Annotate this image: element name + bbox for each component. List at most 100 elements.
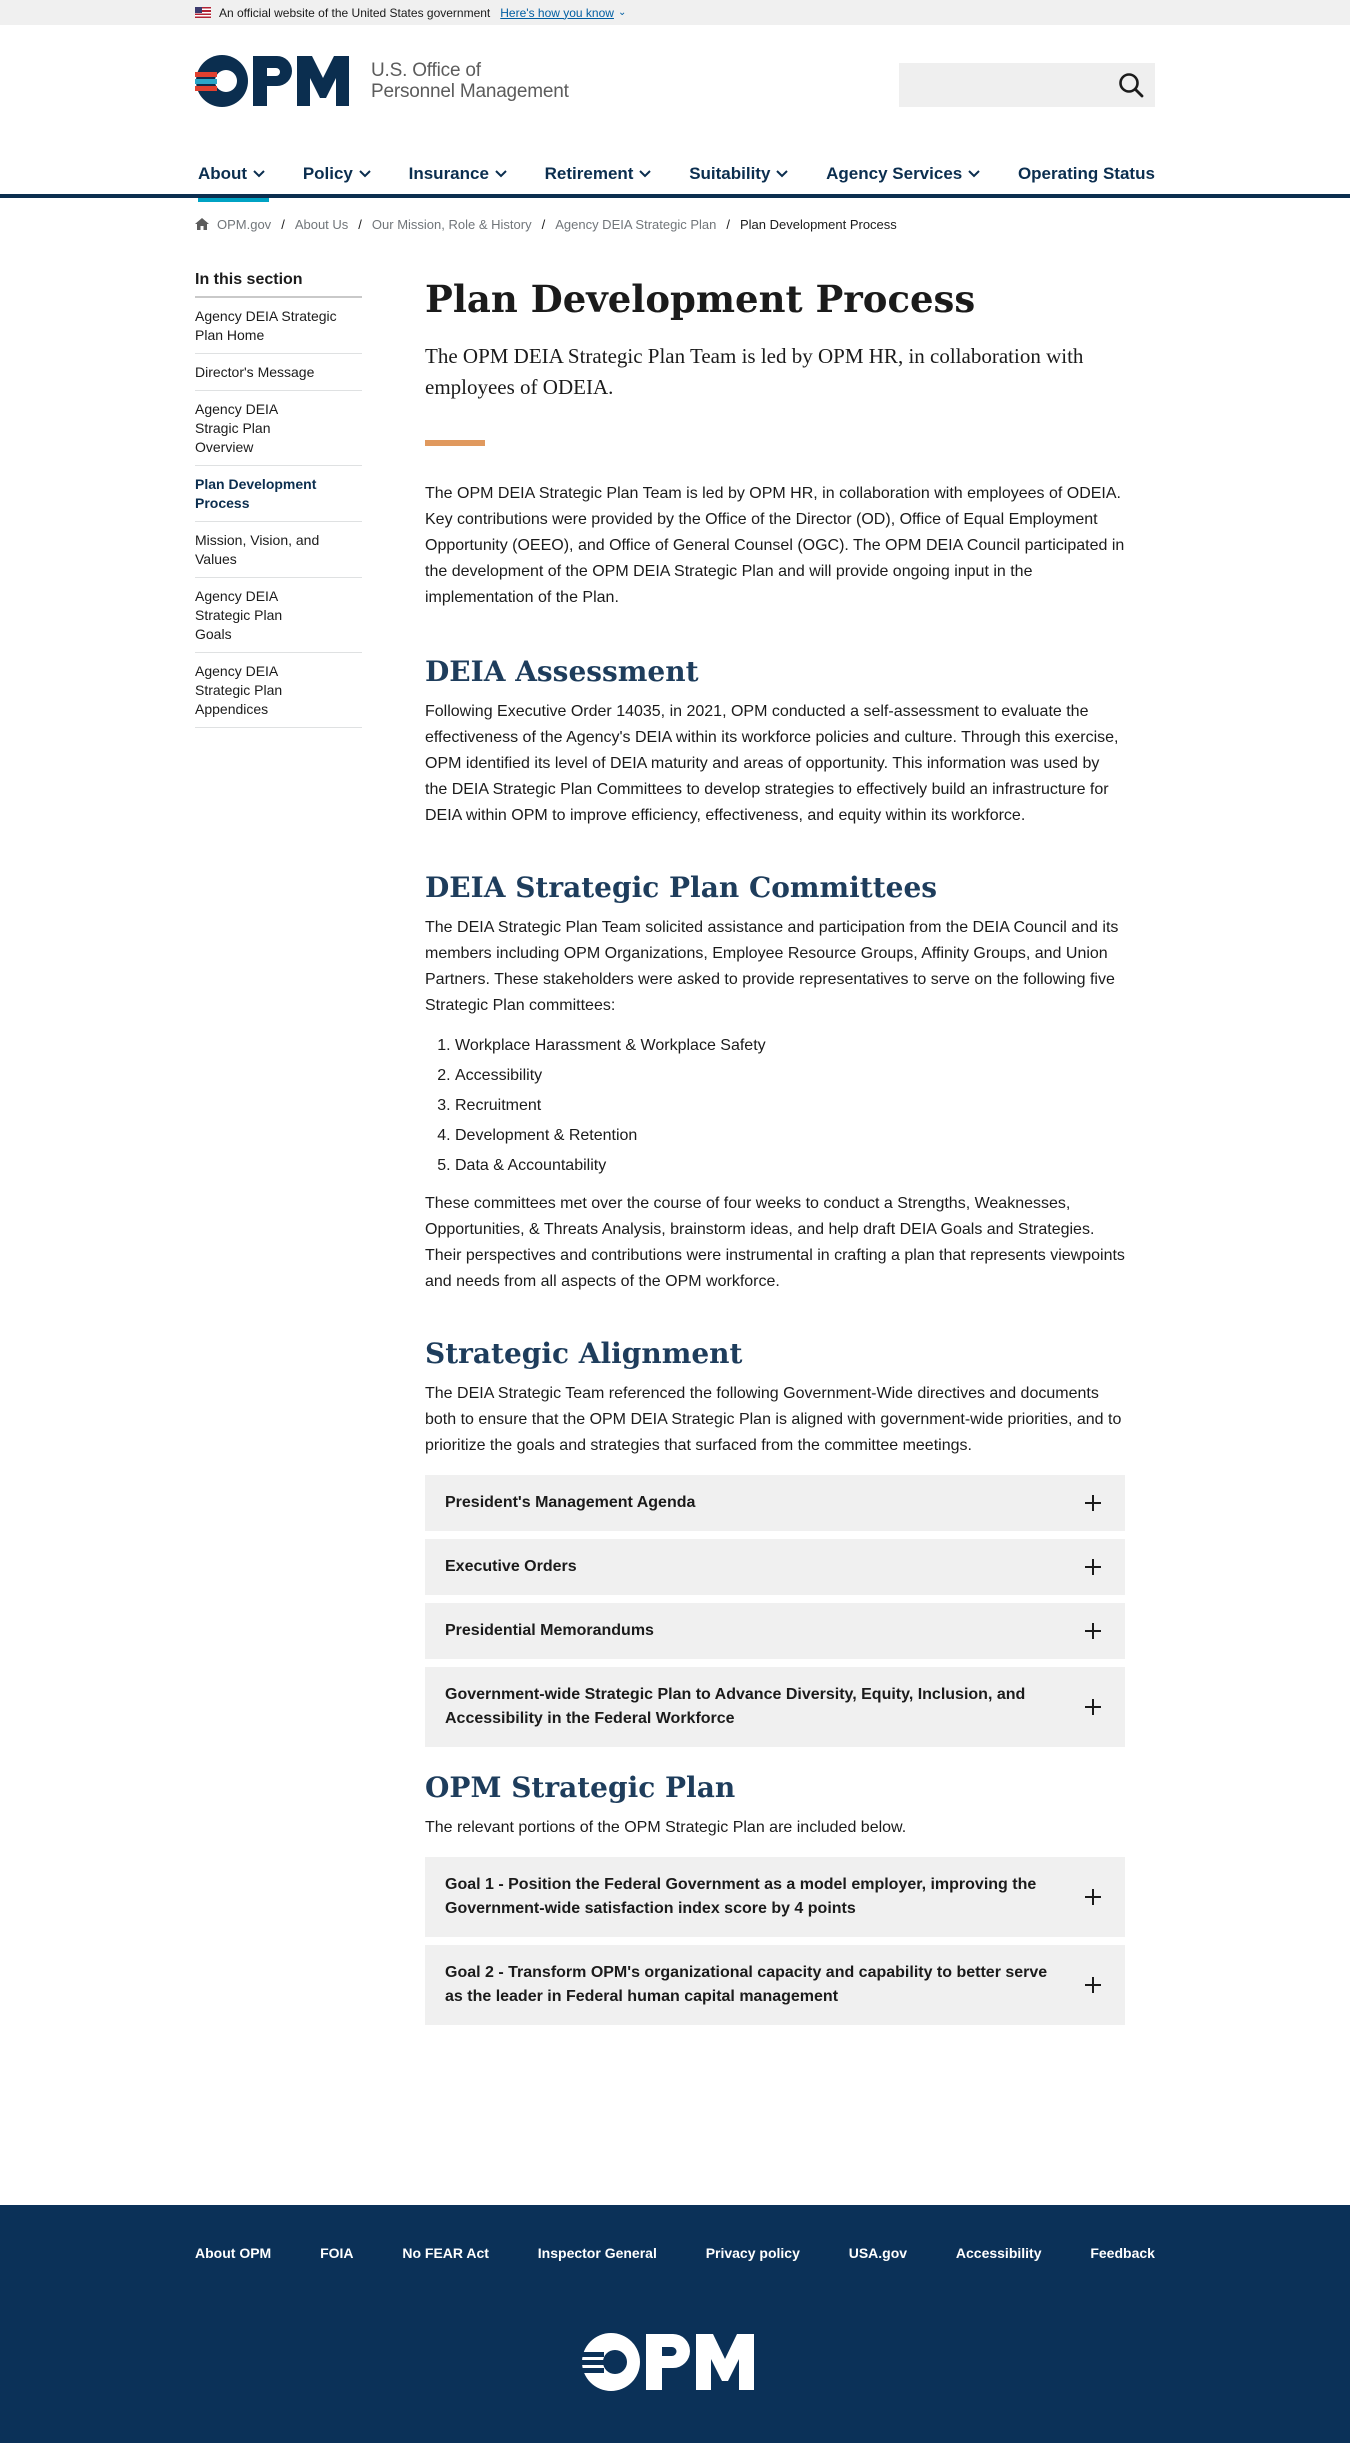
sidebar-item-plan-home[interactable]: Agency DEIA Strategic Plan Home — [195, 298, 362, 354]
logo-text-line1: U.S. Office of — [371, 60, 481, 81]
accordion-presidential-memorandums[interactable]: Presidential Memorandums — [425, 1603, 1125, 1659]
list-item: Data & Accountability — [455, 1151, 1125, 1181]
breadcrumb-link[interactable]: OPM.gov — [217, 217, 271, 232]
accordion-goal-2[interactable]: Goal 2 - Transform OPM's organizational … — [425, 1945, 1125, 2025]
search-icon[interactable] — [1117, 71, 1145, 99]
nav-label: About — [198, 164, 248, 183]
strategic-alignment-heading: Strategic Alignment — [425, 1337, 743, 1370]
list-item: Accessibility — [455, 1061, 1125, 1091]
accordion-label: Government-wide Strategic Plan to Advanc… — [445, 1686, 1026, 1727]
accordion-gov-wide-strategic-plan[interactable]: Government-wide Strategic Plan to Advanc… — [425, 1667, 1125, 1747]
nav-item-insurance[interactable]: Insurance — [409, 160, 507, 188]
committees-paragraph: The DEIA Strategic Plan Team solicited a… — [425, 919, 1119, 1014]
sidebar-item-plan-development-process[interactable]: Plan Development Process — [195, 466, 362, 522]
site-header: U.S. Office of Personnel Management — [195, 25, 1155, 130]
chevron-down-icon — [253, 170, 265, 178]
footer-link-privacy-policy[interactable]: Privacy policy — [706, 2245, 800, 2261]
alignment-paragraph: The DEIA Strategic Team referenced the f… — [425, 1385, 1122, 1454]
accordion-label: President's Management Agenda — [445, 1494, 696, 1511]
breadcrumb-link[interactable]: About Us — [295, 217, 348, 232]
sidebar-item-plan-goals[interactable]: Agency DEIA Strategic Plan Goals — [195, 578, 362, 653]
assessment-paragraph: Following Executive Order 14035, in 2021… — [425, 703, 1119, 824]
nav-item-agency-services[interactable]: Agency Services — [826, 160, 980, 188]
content-layout: In this section Agency DEIA Strategic Pl… — [195, 233, 1155, 2205]
breadcrumb-link[interactable]: Agency DEIA Strategic Plan — [555, 217, 716, 232]
nav-label: Policy — [302, 164, 353, 183]
footer-link-no-fear-act[interactable]: No FEAR Act — [402, 2245, 489, 2261]
breadcrumb-current: Plan Development Process — [739, 216, 897, 232]
footer-link-foia[interactable]: FOIA — [320, 2245, 353, 2261]
list-item: Recruitment — [455, 1091, 1125, 1121]
deia-assessment-heading: DEIA Assessment — [425, 655, 699, 688]
breadcrumb-separator: / — [358, 216, 362, 232]
footer-link-accessibility[interactable]: Accessibility — [956, 2245, 1042, 2261]
footer-link-inspector-general[interactable]: Inspector General — [538, 2245, 657, 2261]
nav-label: Operating Status — [1017, 164, 1155, 183]
main-content: Plan Development Process The OPM DEIA St… — [425, 271, 1125, 2033]
nav-item-suitability[interactable]: Suitability — [689, 160, 789, 188]
chevron-down-icon — [776, 170, 789, 178]
chevron-down-icon — [359, 170, 371, 178]
gov-banner: An official website of the United States… — [0, 0, 1350, 25]
breadcrumb-link[interactable]: Our Mission, Role & History — [372, 217, 532, 232]
plus-icon — [1085, 1495, 1101, 1511]
plus-icon — [1085, 1977, 1101, 1993]
sidebar-item-mission-vision-values[interactable]: Mission, Vision, and Values — [195, 522, 362, 578]
footer-opm-logo[interactable] — [580, 2331, 764, 2393]
breadcrumb-separator: / — [281, 216, 285, 232]
nav-label: Insurance — [408, 164, 489, 183]
list-item: Development & Retention — [455, 1121, 1125, 1151]
nav-label: Agency Services — [826, 164, 963, 183]
nav-item-operating-status[interactable]: Operating Status — [1018, 160, 1155, 188]
breadcrumb: OPM.gov / About Us / Our Mission, Role &… — [195, 215, 1155, 233]
footer-links: About OPM FOIA No FEAR Act Inspector Gen… — [195, 2205, 1155, 2261]
footer-link-feedback[interactable]: Feedback — [1090, 2245, 1155, 2261]
home-icon[interactable] — [195, 218, 209, 230]
logo-text-line2: Personnel Management — [371, 81, 569, 102]
nav-label: Suitability — [689, 164, 771, 183]
nav-item-policy[interactable]: Policy — [303, 160, 371, 188]
footer-link-usa-gov[interactable]: USA.gov — [849, 2245, 907, 2261]
plus-icon — [1085, 1699, 1101, 1715]
chevron-down-icon — [968, 170, 980, 178]
accordion-label: Goal 2 - Transform OPM's organizational … — [445, 1964, 1048, 2005]
accordion-goal-1[interactable]: Goal 1 - Position the Federal Government… — [425, 1857, 1125, 1937]
committees-list: Workplace Harassment & Workplace Safety … — [455, 1031, 1125, 1181]
opm-plan-paragraph: The relevant portions of the OPM Strateg… — [425, 1819, 907, 1836]
accordion-presidents-management-agenda[interactable]: President's Management Agenda — [425, 1475, 1125, 1531]
heres-how-you-know-link[interactable]: Here's how you know — [500, 6, 614, 20]
accordion-label: Goal 1 - Position the Federal Government… — [445, 1876, 1037, 1917]
breadcrumb-separator: / — [541, 216, 546, 232]
lead-paragraph: The OPM DEIA Strategic Plan Team is led … — [425, 344, 1084, 399]
sidebar-item-plan-overview[interactable]: Agency DEIA Stragic Plan Overview — [195, 391, 362, 466]
footer-link-about-opm[interactable]: About OPM — [195, 2245, 271, 2261]
plus-icon — [1085, 1623, 1101, 1639]
plus-icon — [1085, 1889, 1101, 1905]
accent-divider — [425, 440, 485, 446]
chevron-down-icon[interactable]: ⌄ — [618, 7, 626, 18]
page-title: Plan Development Process — [425, 277, 976, 321]
opm-logo[interactable]: U.S. Office of Personnel Management — [195, 53, 569, 109]
committees-heading: DEIA Strategic Plan Committees — [425, 871, 938, 904]
committees-paragraph-2: These committees met over the course of … — [425, 1195, 1125, 1290]
accordion-label: Presidential Memorandums — [445, 1622, 654, 1639]
intro-paragraph: The OPM DEIA Strategic Plan Team is led … — [425, 485, 1125, 606]
opm-logo-mark — [195, 55, 349, 107]
search-box[interactable] — [899, 63, 1155, 107]
us-flag-icon — [195, 7, 211, 18]
chevron-down-icon — [639, 170, 652, 178]
sidebar-item-directors-message[interactable]: Director's Message — [195, 354, 362, 391]
accordion-label: Executive Orders — [445, 1558, 577, 1575]
nav-label: Retirement — [544, 164, 634, 183]
nav-item-about[interactable]: About — [198, 160, 270, 202]
accordion-executive-orders[interactable]: Executive Orders — [425, 1539, 1125, 1595]
plus-icon — [1085, 1559, 1101, 1575]
gov-banner-text: An official website of the United States… — [219, 5, 491, 20]
nav-item-retirement[interactable]: Retirement — [545, 160, 652, 188]
list-item: Workplace Harassment & Workplace Safety — [455, 1031, 1125, 1061]
site-footer: About OPM FOIA No FEAR Act Inspector Gen… — [0, 2205, 1350, 2443]
breadcrumb-separator: / — [726, 216, 730, 232]
logo-text: U.S. Office of Personnel Management — [371, 60, 569, 102]
sidebar-item-plan-appendices[interactable]: Agency DEIA Strategic Plan Appendices — [195, 653, 362, 728]
section-sidebar: In this section Agency DEIA Strategic Pl… — [195, 271, 362, 728]
